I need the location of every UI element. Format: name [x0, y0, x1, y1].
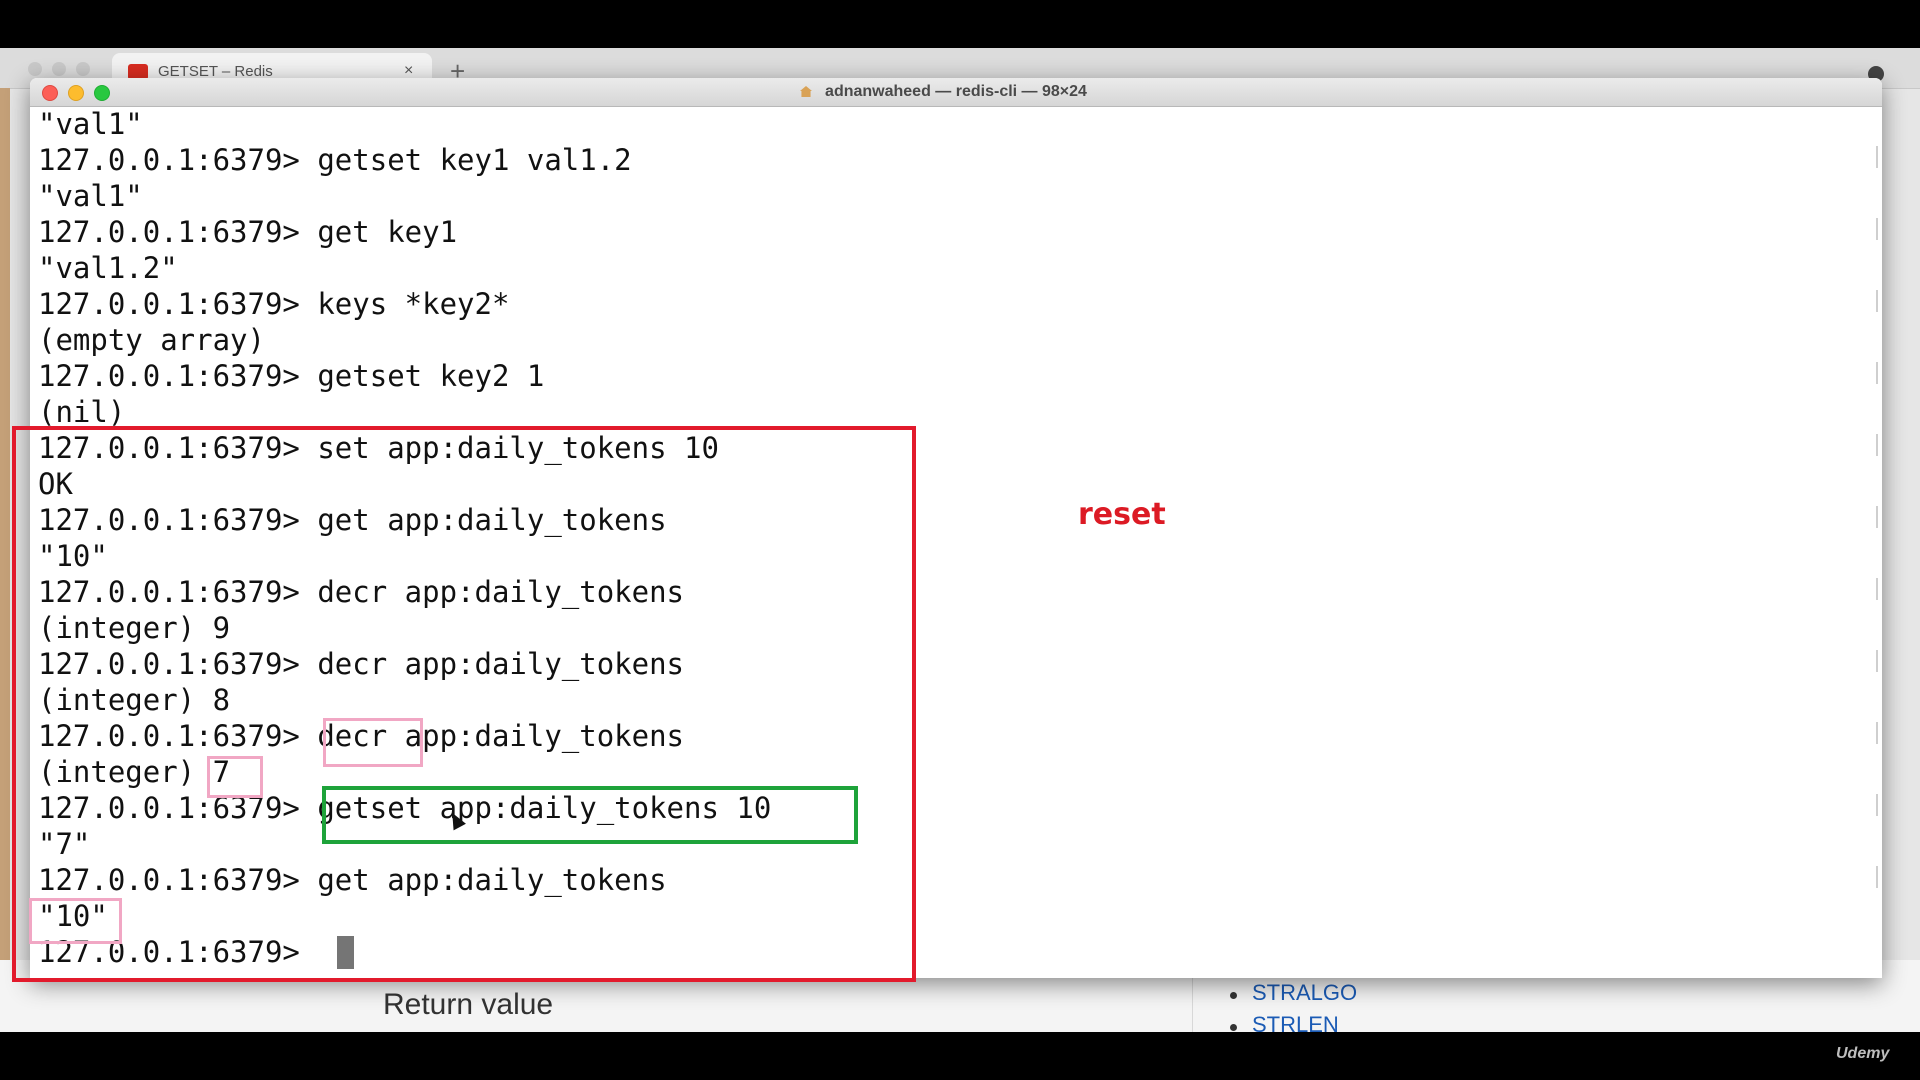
udemy-watermark: Udemy: [1836, 1045, 1890, 1062]
return-value-heading: Return value: [383, 988, 554, 1021]
terminal-line: (nil): [38, 395, 126, 429]
terminal-line: "val1": [38, 107, 143, 141]
annotation-pink-box-10: [29, 898, 122, 944]
sidebar-link-strlen[interactable]: STRLEN: [1252, 1012, 1339, 1038]
mark-bracket: [1873, 218, 1878, 240]
terminal-line: 127.0.0.1:6379> getset key2 1: [38, 359, 545, 393]
terminal-line: "val1": [38, 179, 143, 213]
annotation-red-box: [12, 426, 916, 982]
page-left-edge: [0, 88, 10, 1032]
terminal-line: 127.0.0.1:6379> keys *key2*: [38, 287, 510, 321]
browser-close-dot-icon[interactable]: [28, 62, 42, 76]
mark-bracket: [1873, 650, 1878, 672]
mark-bracket: [1873, 290, 1878, 312]
terminal-line: "val1.2": [38, 251, 178, 285]
mark-bracket: [1873, 578, 1878, 600]
mark-bracket: [1873, 434, 1878, 456]
terminal-line: 127.0.0.1:6379> get key1: [38, 215, 458, 249]
terminal-titlebar[interactable]: adnanwaheed — redis-cli — 98×24: [30, 78, 1882, 107]
terminal-title: adnanwaheed — redis-cli — 98×24: [825, 83, 1087, 100]
mark-bracket: [1873, 794, 1878, 816]
mark-bracket: [1873, 146, 1878, 168]
docs-column-divider: [1192, 975, 1193, 1032]
browser-minimize-dot-icon[interactable]: [52, 62, 66, 76]
mark-bracket: [1873, 722, 1878, 744]
mark-bracket: [1873, 362, 1878, 384]
annotation-green-box: [322, 786, 858, 844]
annotation-pink-box-decr: [323, 718, 423, 767]
reset-annotation-label: reset: [1078, 497, 1166, 532]
sidebar-link-stralgo[interactable]: STRALGO: [1252, 980, 1357, 1006]
mark-bracket: [1873, 506, 1878, 528]
terminal-line: (empty array): [38, 323, 265, 357]
terminal-line: 127.0.0.1:6379> getset key1 val1.2: [38, 143, 632, 177]
mark-bracket: [1873, 866, 1878, 888]
annotation-pink-box-7: [207, 756, 263, 798]
browser-maximize-dot-icon[interactable]: [76, 62, 90, 76]
bullet-icon: [1230, 1024, 1237, 1031]
bullet-icon: [1230, 992, 1237, 999]
